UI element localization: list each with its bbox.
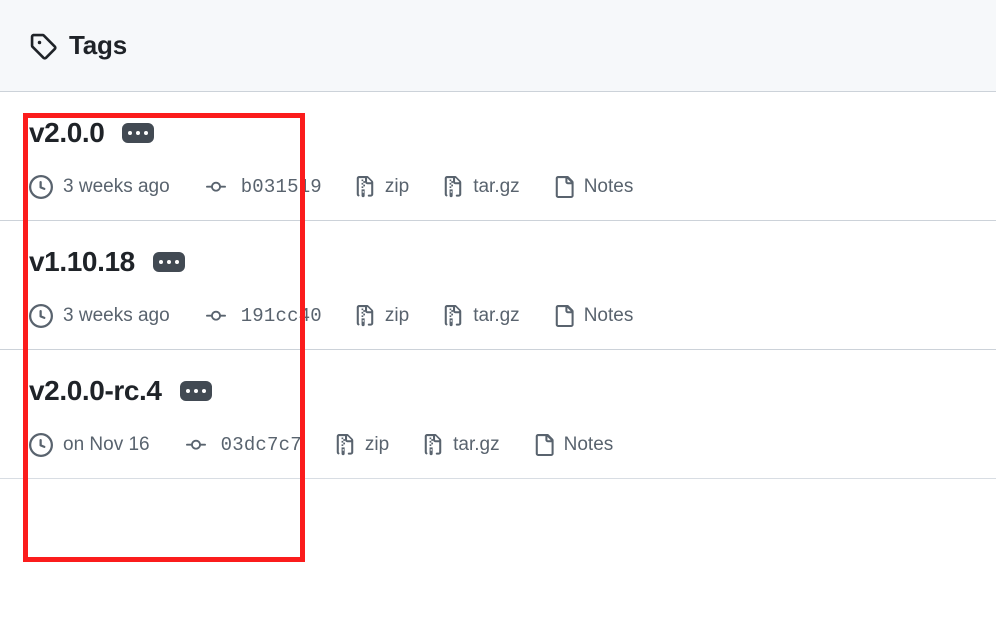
targz-label: tar.gz: [473, 305, 520, 326]
tag-name-link[interactable]: v1.10.18: [29, 248, 135, 276]
download-targz-link[interactable]: tar.gz: [422, 433, 500, 457]
file-zip-icon: [354, 304, 376, 328]
zip-label: zip: [364, 434, 390, 455]
download-zip-link[interactable]: zip: [354, 175, 409, 199]
tag-commit[interactable]: 191cc40: [203, 305, 322, 327]
zip-label: zip: [384, 176, 410, 197]
tag-name-line: v2.0.0: [29, 114, 996, 152]
tag-date: 3 weeks ago: [29, 304, 170, 328]
notes-label: Notes: [583, 176, 634, 197]
page-title: Tags: [69, 30, 127, 60]
tag-options-menu-button[interactable]: [152, 252, 185, 272]
tag-meta-line: 3 weeks ago b031519 zip tar.gz Notes: [29, 174, 996, 200]
release-notes-link[interactable]: Notes: [533, 433, 614, 457]
commit-sha[interactable]: 03dc7c7: [221, 434, 302, 456]
table-row: v2.0.0 3 weeks ago b031519 zip tar.gz No…: [0, 92, 996, 221]
kebab-dot: [158, 260, 163, 264]
tag-date: on Nov 16: [29, 433, 150, 457]
commit-sha[interactable]: 191cc40: [241, 305, 322, 327]
tag-list: v2.0.0 3 weeks ago b031519 zip tar.gz No…: [0, 92, 996, 479]
tag-name-link[interactable]: v2.0.0-rc.4: [29, 377, 162, 405]
tag-name-line: v1.10.18: [29, 243, 996, 281]
clock-icon: [29, 175, 53, 199]
kebab-dot: [174, 260, 179, 264]
kebab-dot: [201, 389, 206, 393]
tag-commit[interactable]: b031519: [203, 176, 322, 198]
download-zip-link[interactable]: zip: [354, 304, 409, 328]
tag-meta-line: 3 weeks ago 191cc40 zip tar.gz Notes: [29, 303, 996, 329]
clock-icon: [29, 433, 53, 457]
download-targz-link[interactable]: tar.gz: [442, 175, 520, 199]
tag-date-label: 3 weeks ago: [63, 176, 170, 197]
file-zip-icon: [422, 433, 444, 457]
file-zip-icon: [334, 433, 356, 457]
targz-label: tar.gz: [453, 434, 500, 455]
tag-commit[interactable]: 03dc7c7: [183, 434, 302, 456]
file-icon: [533, 433, 555, 457]
kebab-dot: [166, 260, 171, 264]
file-icon: [553, 175, 575, 199]
notes-label: Notes: [563, 434, 614, 455]
kebab-dot: [185, 389, 190, 393]
tag-date-label: on Nov 16: [63, 434, 150, 455]
table-row: v2.0.0-rc.4 on Nov 16 03dc7c7 zip tar.gz…: [0, 350, 996, 479]
commit-sha[interactable]: b031519: [241, 176, 322, 198]
git-commit-icon: [183, 435, 209, 455]
tag-name-line: v2.0.0-rc.4: [29, 372, 996, 410]
notes-label: Notes: [583, 305, 634, 326]
file-zip-icon: [442, 175, 464, 199]
tag-name-link[interactable]: v2.0.0: [29, 119, 105, 147]
tag-icon: [29, 32, 57, 60]
tag-date: 3 weeks ago: [29, 175, 170, 199]
tag-date-label: 3 weeks ago: [63, 305, 170, 326]
file-icon: [553, 304, 575, 328]
tag-meta-line: on Nov 16 03dc7c7 zip tar.gz Notes: [29, 432, 996, 458]
kebab-dot: [136, 131, 141, 135]
download-zip-link[interactable]: zip: [334, 433, 389, 457]
targz-label: tar.gz: [473, 176, 520, 197]
tag-options-menu-button[interactable]: [179, 381, 212, 401]
kebab-dot: [144, 131, 149, 135]
git-commit-icon: [203, 306, 229, 326]
tags-header: Tags: [0, 0, 996, 92]
release-notes-link[interactable]: Notes: [553, 304, 634, 328]
release-notes-link[interactable]: Notes: [553, 175, 634, 199]
clock-icon: [29, 304, 53, 328]
kebab-dot: [193, 389, 198, 393]
file-zip-icon: [354, 175, 376, 199]
table-row: v1.10.18 3 weeks ago 191cc40 zip tar.gz …: [0, 221, 996, 350]
git-commit-icon: [203, 177, 229, 197]
download-targz-link[interactable]: tar.gz: [442, 304, 520, 328]
kebab-dot: [128, 131, 133, 135]
zip-label: zip: [384, 305, 410, 326]
tag-options-menu-button[interactable]: [122, 123, 155, 143]
file-zip-icon: [442, 304, 464, 328]
